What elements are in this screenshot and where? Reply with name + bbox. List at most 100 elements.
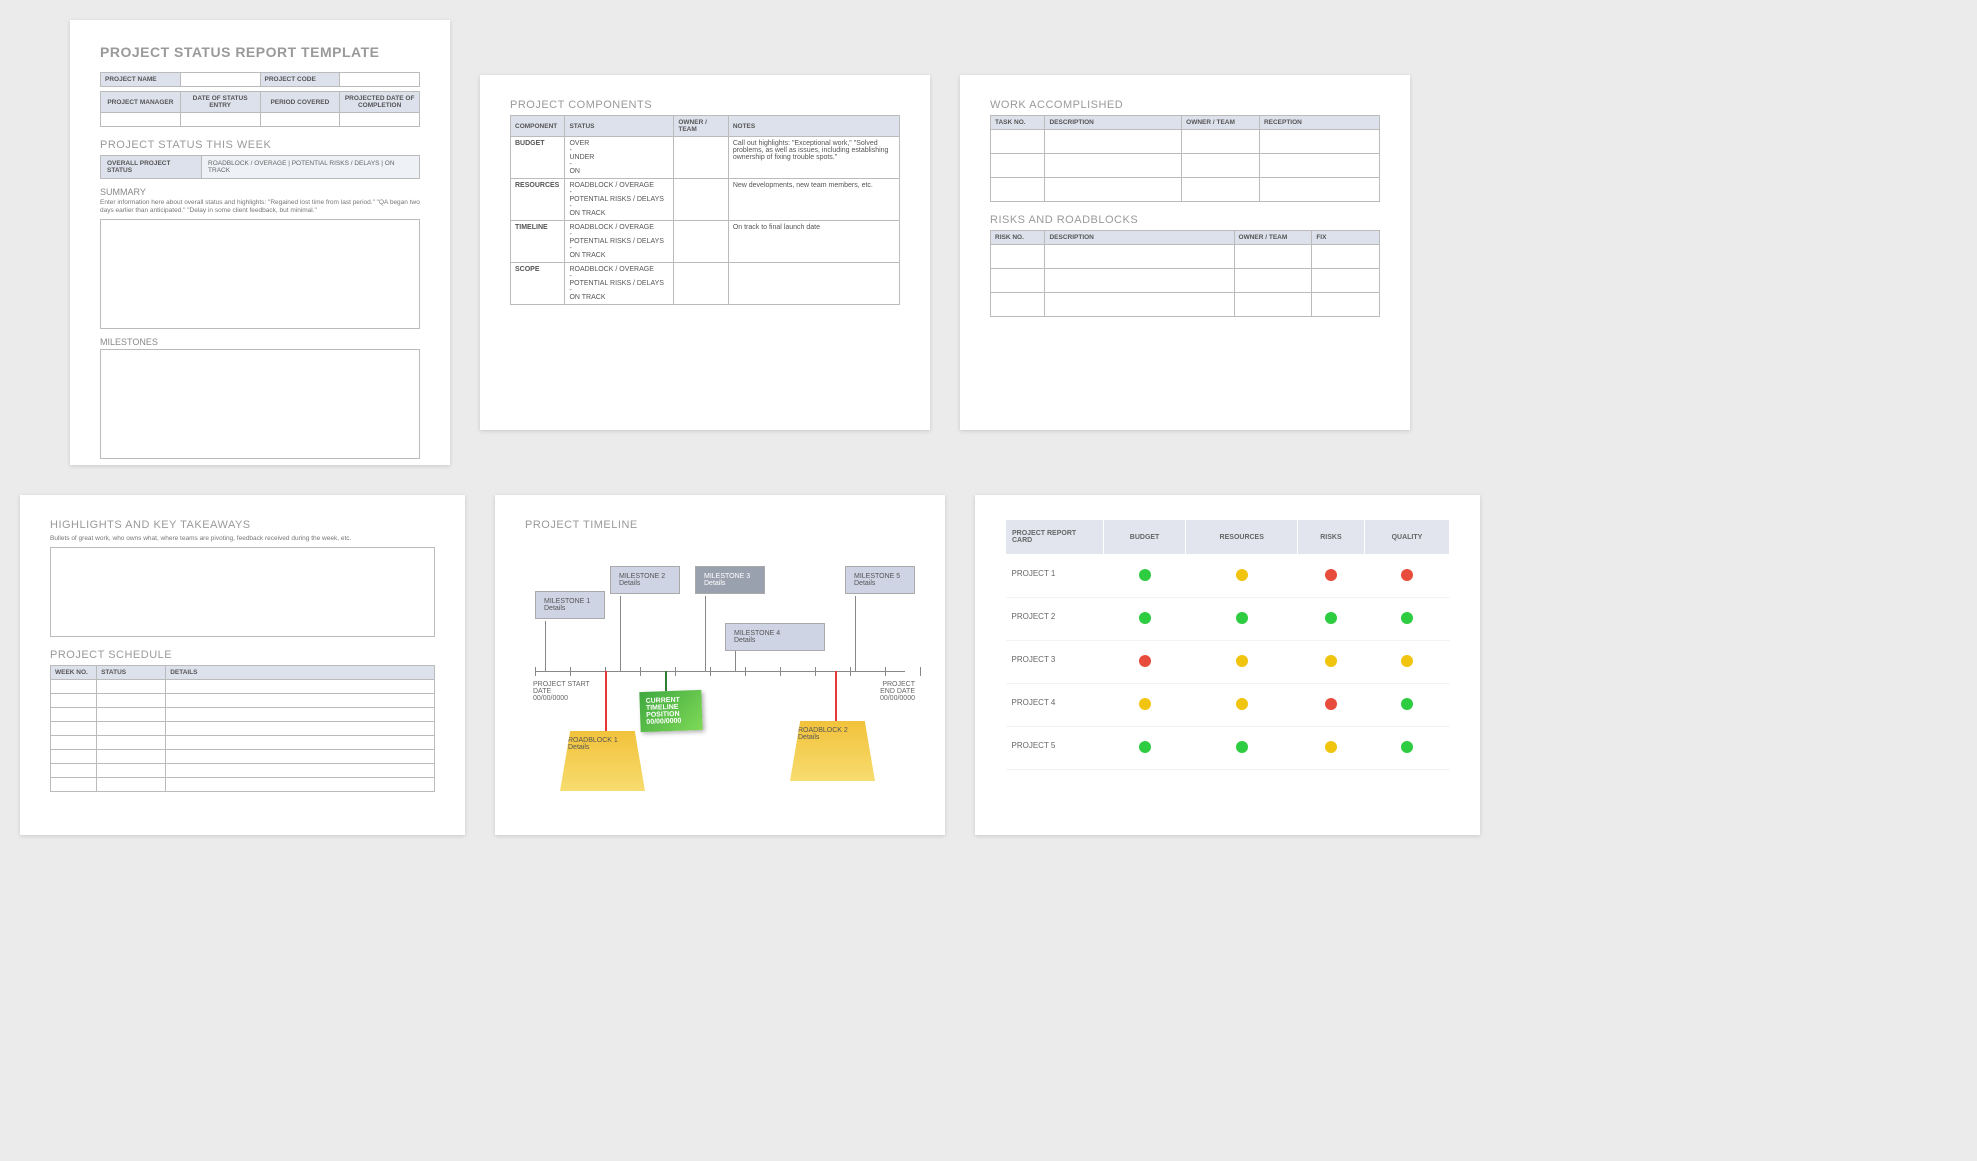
report-card-row: PROJECT 5 [1006,727,1450,770]
row-1: PROJECT STATUS REPORT TEMPLATE PROJECT N… [20,20,1957,465]
summary-note: Enter information here about overall sta… [100,199,420,215]
hdr-work: WORK ACCOMPLISHED [990,99,1380,111]
project-name: PROJECT 1 [1006,555,1104,598]
project-name: PROJECT 5 [1006,727,1104,770]
status-dot-cell [1297,598,1364,641]
status-dot-icon [1236,612,1248,624]
page-components: PROJECT COMPONENTS COMPONENT STATUS OWNE… [480,75,930,430]
status-dot-cell [1364,598,1449,641]
table-row [51,749,435,763]
table-row [991,130,1380,154]
project-name: PROJECT 3 [1006,641,1104,684]
owner-resources[interactable] [674,179,728,221]
status-dot-cell [1186,555,1298,598]
report-card-row: PROJECT 2 [1006,598,1450,641]
lbl-timeline: TIMELINE [511,221,565,263]
status-dot-icon [1236,741,1248,753]
hdr-period: PERIOD COVERED [260,92,340,113]
status-dot-cell [1186,684,1298,727]
status-dot-cell [1297,641,1364,684]
milestone-2: MILESTONE 2 Details [610,566,680,594]
rc-hdr-risks: RISKS [1297,520,1364,555]
lbl-budget: BUDGET [511,137,565,179]
status-dot-cell [1186,641,1298,684]
highlights-box[interactable] [50,547,435,637]
report-card-row: PROJECT 1 [1006,555,1450,598]
milestone-2-title: MILESTONE 2 [619,573,671,580]
th-component: COMPONENT [511,116,565,137]
cell-project-name[interactable] [180,73,260,87]
th-status: STATUS [97,665,166,679]
table-risks: RISK NO. DESCRIPTION OWNER / TEAM FIX [990,230,1380,317]
owner-budget[interactable] [674,137,728,179]
row-timeline: TIMELINE ROADBLOCK / OVERAGE - POTENTIAL… [511,221,900,263]
status-dot-icon [1325,569,1337,581]
milestone-2-details: Details [619,580,671,587]
status-timeline: ROADBLOCK / OVERAGE - POTENTIAL RISKS / … [565,221,674,263]
milestone-4-title: MILESTONE 4 [734,630,816,637]
rc-hdr-name: PROJECT REPORT CARD [1006,520,1104,555]
th-fix: FIX [1312,231,1380,245]
status-dot-cell [1186,598,1298,641]
status-dot-cell [1103,641,1186,684]
page-work-risks: WORK ACCOMPLISHED TASK NO. DESCRIPTION O… [960,75,1410,430]
milestone-3: MILESTONE 3 Details [695,566,765,594]
roadblock-2-details: Details [798,734,867,741]
table-row [991,154,1380,178]
hdr-components: PROJECT COMPONENTS [510,99,900,111]
th-reception: RECEPTION [1259,116,1379,130]
hdr-summary: SUMMARY [100,187,420,197]
lbl-resources: RESOURCES [511,179,565,221]
project-name: PROJECT 4 [1006,684,1104,727]
status-dot-icon [1401,569,1413,581]
status-dot-icon [1236,698,1248,710]
milestones-box[interactable] [100,349,420,459]
table-row [51,735,435,749]
lbl-scope: SCOPE [511,263,565,305]
th-desc: DESCRIPTION [1045,116,1182,130]
th-details: DETAILS [166,665,435,679]
hdr-project-name: PROJECT NAME [101,73,181,87]
summary-box[interactable] [100,219,420,329]
th-status: STATUS [565,116,674,137]
page-highlights-schedule: HIGHLIGHTS AND KEY TAKEAWAYS Bullets of … [20,495,465,835]
table-schedule: WEEK NO. STATUS DETAILS [50,665,435,792]
overall-status-options: ROADBLOCK / OVERAGE | POTENTIAL RISKS / … [202,156,419,178]
overall-status-bar: OVERALL PROJECT STATUS ROADBLOCK / OVERA… [100,155,420,179]
rc-hdr-resources: RESOURCES [1186,520,1298,555]
table-work: TASK NO. DESCRIPTION OWNER / TEAM RECEPT… [990,115,1380,202]
roadblock-2-title: ROADBLOCK 2 [798,727,867,734]
milestone-5-title: MILESTONE 5 [854,573,906,580]
status-dot-cell [1186,727,1298,770]
hdr-project-code: PROJECT CODE [260,73,340,87]
milestone-1-title: MILESTONE 1 [544,598,596,605]
status-dot-cell [1297,727,1364,770]
roadblock-2-line [835,671,837,721]
hdr-highlights: HIGHLIGHTS AND KEY TAKEAWAYS [50,519,435,531]
timeline-diagram: MILESTONE 1 Details MILESTONE 2 Details … [525,541,915,801]
status-dot-icon [1139,741,1151,753]
page-title: PROJECT STATUS REPORT TEMPLATE [100,44,420,60]
table-row [51,777,435,791]
milestone-3-title: MILESTONE 3 [704,573,756,580]
table-row [991,269,1380,293]
cell-project-code[interactable] [340,73,420,87]
hdr-pm: PROJECT MANAGER [101,92,181,113]
status-dot-cell [1103,684,1186,727]
th-riskno: RISK NO. [991,231,1045,245]
owner-timeline[interactable] [674,221,728,263]
status-dot-icon [1325,741,1337,753]
table-row [51,763,435,777]
page-report-card: PROJECT REPORT CARD BUDGET RESOURCES RIS… [975,495,1480,835]
status-dot-icon [1236,569,1248,581]
status-dot-cell [1297,555,1364,598]
table-components: COMPONENT STATUS OWNER / TEAM NOTES BUDG… [510,115,900,305]
status-scope: ROADBLOCK / OVERAGE - POTENTIAL RISKS / … [565,263,674,305]
owner-scope[interactable] [674,263,728,305]
th-owner: OWNER / TEAM [1182,116,1260,130]
roadblock-1-title: ROADBLOCK 1 [568,737,637,744]
table-row [51,721,435,735]
table-row [991,293,1380,317]
milestone-1: MILESTONE 1 Details [535,591,605,619]
hdr-schedule: PROJECT SCHEDULE [50,649,435,661]
